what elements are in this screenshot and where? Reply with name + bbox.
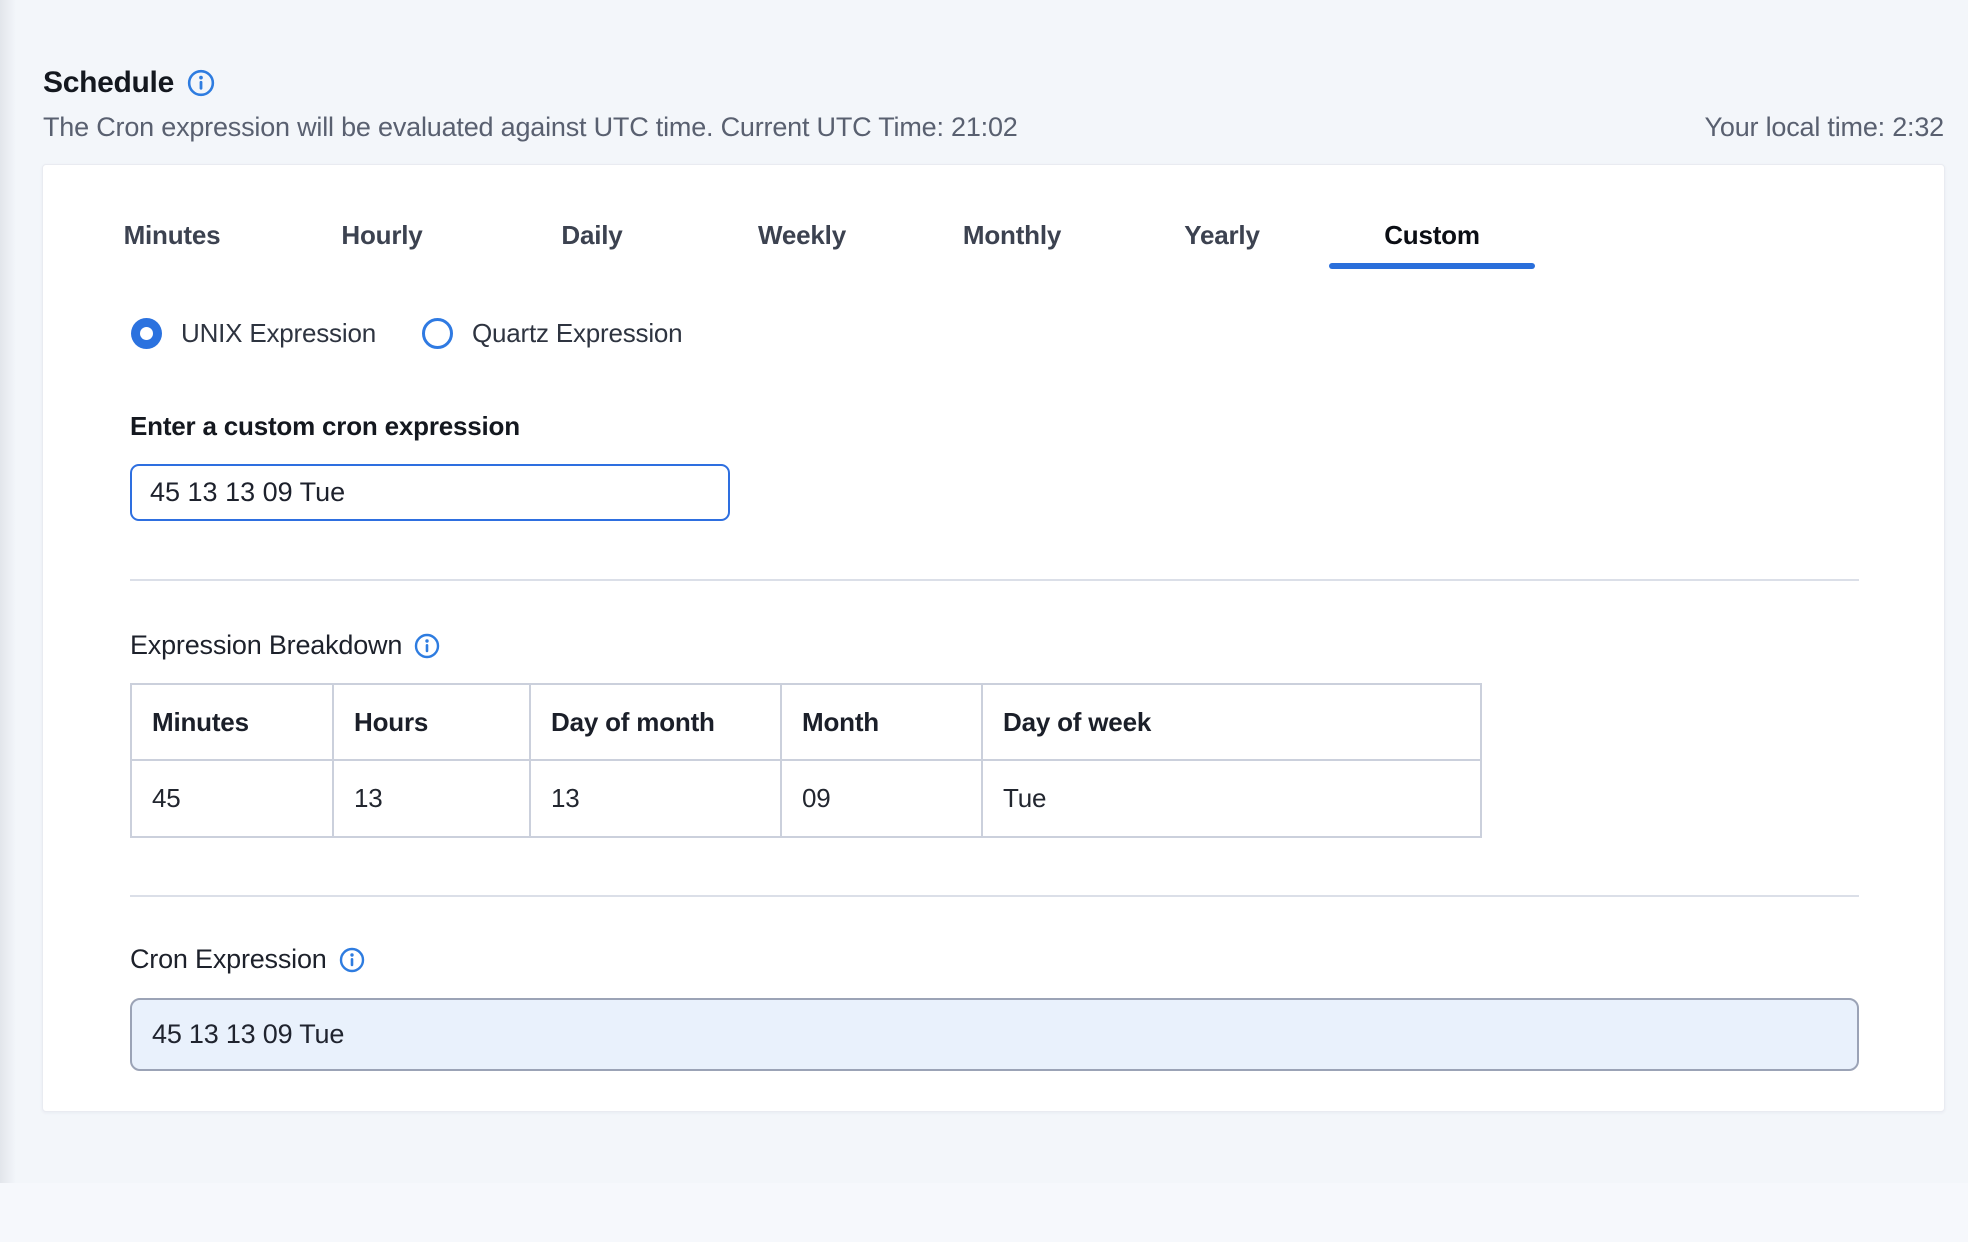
cron-expression-value: 45 13 13 09 Tue	[152, 1019, 344, 1050]
cron-expression-header: Cron Expression	[130, 944, 365, 975]
radio-unix-label: UNIX Expression	[181, 318, 376, 349]
cron-expression-info-icon[interactable]	[339, 947, 365, 973]
column-header-day-of-month: Day of month	[530, 684, 781, 760]
schedule-info-icon[interactable]	[187, 69, 215, 97]
table-header-row: Minutes Hours Day of month Month Day of …	[131, 684, 1481, 760]
divider	[130, 579, 1859, 581]
left-edge-shadow	[0, 0, 16, 1242]
expression-breakdown-table: Minutes Hours Day of month Month Day of …	[130, 683, 1482, 838]
cron-expression-title: Cron Expression	[130, 944, 327, 975]
expression-type-group: UNIX Expression Quartz Expression	[131, 318, 682, 349]
active-tab-indicator	[1329, 263, 1535, 269]
schedule-card: Minutes Hourly Daily Weekly Monthly Year…	[42, 164, 1945, 1112]
page-title: Schedule	[43, 66, 174, 100]
tab-hourly[interactable]: Hourly	[277, 201, 487, 269]
local-time-label: Your local time: 2:32	[1705, 112, 1944, 143]
cell-month: 09	[781, 760, 982, 837]
radio-quartz-label: Quartz Expression	[472, 318, 682, 349]
radio-unselected-icon	[422, 318, 453, 349]
column-header-day-of-week: Day of week	[982, 684, 1481, 760]
table-row: 45 13 13 09 Tue	[131, 760, 1481, 837]
page-header: Schedule	[43, 66, 215, 100]
expression-breakdown-title: Expression Breakdown	[130, 630, 402, 661]
utc-time-note: The Cron expression will be evaluated ag…	[43, 112, 1018, 143]
tab-daily[interactable]: Daily	[487, 201, 697, 269]
schedule-tab-bar: Minutes Hourly Daily Weekly Monthly Year…	[67, 201, 1537, 269]
column-header-hours: Hours	[333, 684, 530, 760]
custom-cron-input[interactable]	[130, 464, 730, 521]
cron-expression-output[interactable]: 45 13 13 09 Tue	[130, 998, 1859, 1071]
tab-monthly[interactable]: Monthly	[907, 201, 1117, 269]
breakdown-info-icon[interactable]	[414, 633, 440, 659]
radio-selected-icon	[131, 318, 162, 349]
tab-yearly[interactable]: Yearly	[1117, 201, 1327, 269]
column-header-month: Month	[781, 684, 982, 760]
radio-quartz-expression[interactable]: Quartz Expression	[422, 318, 682, 349]
tab-minutes[interactable]: Minutes	[67, 201, 277, 269]
expression-breakdown-header: Expression Breakdown	[130, 630, 440, 661]
tab-custom[interactable]: Custom	[1327, 201, 1537, 269]
cell-day-of-week: Tue	[982, 760, 1481, 837]
radio-unix-expression[interactable]: UNIX Expression	[131, 318, 376, 349]
column-header-minutes: Minutes	[131, 684, 333, 760]
cell-minutes: 45	[131, 760, 333, 837]
custom-cron-label: Enter a custom cron expression	[130, 411, 520, 442]
divider	[130, 895, 1859, 897]
lower-background-section	[0, 1183, 1968, 1242]
cell-hours: 13	[333, 760, 530, 837]
tab-weekly[interactable]: Weekly	[697, 201, 907, 269]
cell-day-of-month: 13	[530, 760, 781, 837]
